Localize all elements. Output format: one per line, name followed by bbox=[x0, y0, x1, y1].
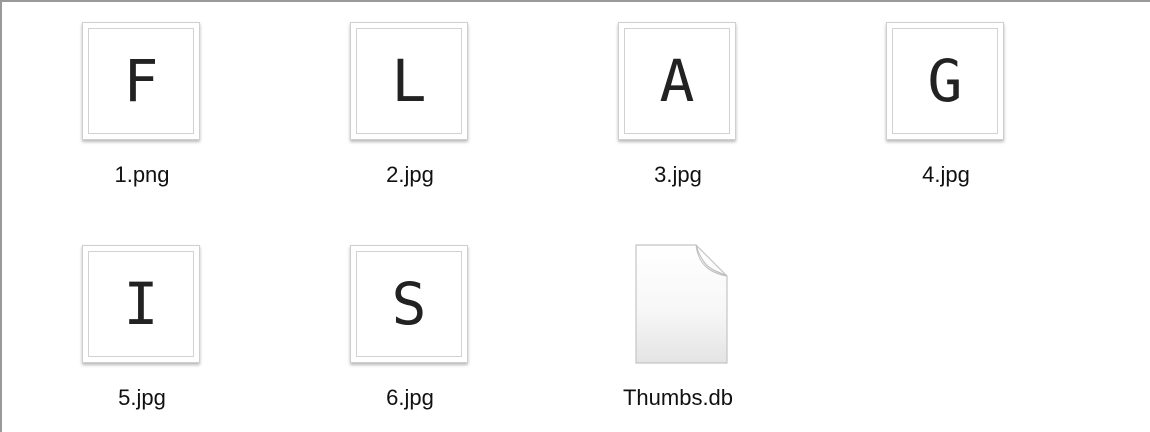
thumbnail-frame: G bbox=[892, 28, 998, 134]
file-item-3-jpg[interactable]: A 3.jpg bbox=[578, 22, 778, 218]
file-item-thumbs-db[interactable]: Thumbs.db bbox=[578, 243, 778, 432]
thumbnail-letter: A bbox=[659, 47, 695, 115]
image-thumbnail[interactable]: A bbox=[618, 22, 736, 140]
image-thumbnail[interactable]: L bbox=[350, 22, 468, 140]
file-name-label[interactable]: 4.jpg bbox=[846, 162, 1046, 188]
image-thumbnail[interactable]: I bbox=[82, 245, 200, 363]
image-thumbnail[interactable]: G bbox=[886, 22, 1004, 140]
thumbnail-frame: S bbox=[356, 251, 462, 357]
thumbnail-frame: I bbox=[88, 251, 194, 357]
file-name-label[interactable]: 2.jpg bbox=[310, 162, 510, 188]
file-item-1-png[interactable]: F 1.png bbox=[42, 22, 242, 218]
file-item-2-jpg[interactable]: L 2.jpg bbox=[310, 22, 510, 218]
finder-icon-view: F 1.png L 2.jpg A 3.jpg G 4.jpg I 5.jpg … bbox=[0, 0, 1150, 432]
thumbnail-letter: L bbox=[391, 47, 427, 115]
file-name-label[interactable]: 1.png bbox=[42, 162, 242, 188]
image-thumbnail[interactable]: S bbox=[350, 245, 468, 363]
file-name-label[interactable]: 6.jpg bbox=[310, 385, 510, 411]
file-name-label[interactable]: 5.jpg bbox=[42, 385, 242, 411]
thumbnail-letter: G bbox=[927, 47, 963, 115]
blank-document-icon[interactable] bbox=[634, 243, 730, 365]
file-item-6-jpg[interactable]: S 6.jpg bbox=[310, 245, 510, 432]
thumbnail-letter: I bbox=[123, 270, 159, 338]
file-item-4-jpg[interactable]: G 4.jpg bbox=[846, 22, 1046, 218]
thumbnail-frame: L bbox=[356, 28, 462, 134]
file-name-label[interactable]: 3.jpg bbox=[578, 162, 778, 188]
thumbnail-frame: F bbox=[88, 28, 194, 134]
file-name-label[interactable]: Thumbs.db bbox=[578, 385, 778, 411]
thumbnail-letter: S bbox=[391, 270, 427, 338]
thumbnail-frame: A bbox=[624, 28, 730, 134]
image-thumbnail[interactable]: F bbox=[82, 22, 200, 140]
thumbnail-letter: F bbox=[123, 47, 159, 115]
file-item-5-jpg[interactable]: I 5.jpg bbox=[42, 245, 242, 432]
